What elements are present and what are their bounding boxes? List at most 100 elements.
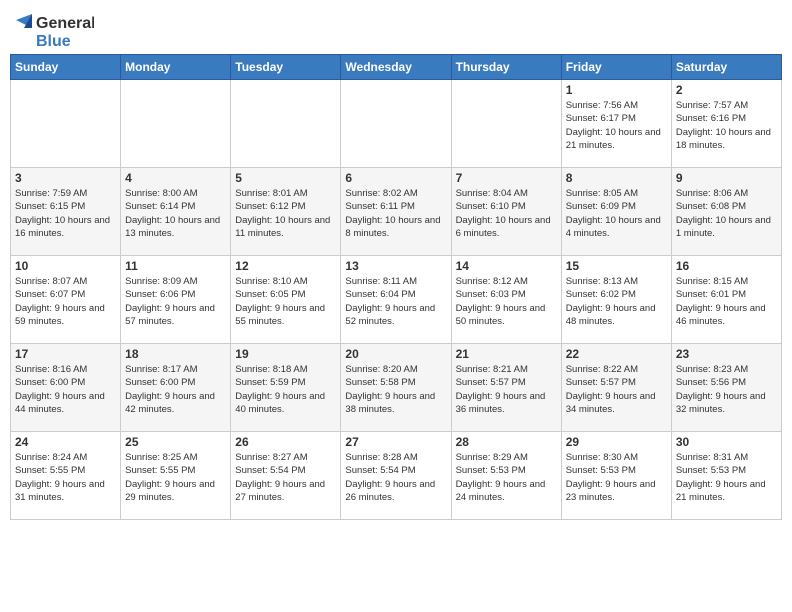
day-info: Sunrise: 8:17 AM Sunset: 6:00 PM Dayligh… xyxy=(125,363,226,416)
day-info: Sunrise: 8:05 AM Sunset: 6:09 PM Dayligh… xyxy=(566,187,667,240)
day-info: Sunrise: 8:30 AM Sunset: 5:53 PM Dayligh… xyxy=(566,451,667,504)
calendar-cell: 22 Sunrise: 8:22 AM Sunset: 5:57 PM Dayli… xyxy=(561,344,671,432)
day-number: 25 xyxy=(125,435,226,449)
day-number: 19 xyxy=(235,347,336,361)
day-info: Sunrise: 8:07 AM Sunset: 6:07 PM Dayligh… xyxy=(15,275,116,328)
day-info: Sunrise: 8:00 AM Sunset: 6:14 PM Dayligh… xyxy=(125,187,226,240)
day-number: 23 xyxy=(676,347,777,361)
calendar-cell: 15 Sunrise: 8:13 AM Sunset: 6:02 PM Dayli… xyxy=(561,256,671,344)
day-info: Sunrise: 8:09 AM Sunset: 6:06 PM Dayligh… xyxy=(125,275,226,328)
calendar-cell: 16 Sunrise: 8:15 AM Sunset: 6:01 PM Dayli… xyxy=(671,256,781,344)
calendar-cell: 7 Sunrise: 8:04 AM Sunset: 6:10 PM Daylig… xyxy=(451,168,561,256)
day-number: 10 xyxy=(15,259,116,273)
calendar-week-2: 3Sunrise: 7:59 AM Sunset: 6:15 PM Daylig… xyxy=(11,168,782,256)
day-header-monday: Monday xyxy=(121,55,231,80)
day-info: Sunrise: 8:06 AM Sunset: 6:08 PM Dayligh… xyxy=(676,187,777,240)
day-number: 11 xyxy=(125,259,226,273)
day-number: 17 xyxy=(15,347,116,361)
day-info: Sunrise: 7:57 AM Sunset: 6:16 PM Dayligh… xyxy=(676,99,777,152)
calendar-cell: 17 Sunrise: 8:16 AM Sunset: 6:00 PM Dayli… xyxy=(11,344,121,432)
calendar-cell: 28Sunrise: 8:29 AM Sunset: 5:53 PM Dayli… xyxy=(451,432,561,520)
calendar-cell: 6Sunrise: 8:02 AM Sunset: 6:11 PM Daylig… xyxy=(341,168,451,256)
calendar-cell: 21 Sunrise: 8:21 AM Sunset: 5:57 PM Dayli… xyxy=(451,344,561,432)
calendar-cell xyxy=(231,80,341,168)
day-number: 3 xyxy=(15,171,116,185)
day-info: Sunrise: 8:20 AM Sunset: 5:58 PM Dayligh… xyxy=(345,363,446,416)
calendar-cell: 20 Sunrise: 8:20 AM Sunset: 5:58 PM Dayli… xyxy=(341,344,451,432)
logo-svg: GeneralBlue xyxy=(14,10,94,50)
calendar-cell: 25 Sunrise: 8:25 AM Sunset: 5:55 PM Dayli… xyxy=(121,432,231,520)
day-number: 9 xyxy=(676,171,777,185)
day-info: Sunrise: 8:10 AM Sunset: 6:05 PM Dayligh… xyxy=(235,275,336,328)
calendar-cell xyxy=(341,80,451,168)
day-number: 29 xyxy=(566,435,667,449)
day-info: Sunrise: 8:11 AM Sunset: 6:04 PM Dayligh… xyxy=(345,275,446,328)
calendar-cell: 11 Sunrise: 8:09 AM Sunset: 6:06 PM Dayli… xyxy=(121,256,231,344)
calendar-cell: 30 Sunrise: 8:31 AM Sunset: 5:53 PM Dayli… xyxy=(671,432,781,520)
calendar-cell: 2 Sunrise: 7:57 AM Sunset: 6:16 PM Daylig… xyxy=(671,80,781,168)
day-number: 12 xyxy=(235,259,336,273)
day-number: 20 xyxy=(345,347,446,361)
day-header-friday: Friday xyxy=(561,55,671,80)
day-number: 5 xyxy=(235,171,336,185)
day-info: Sunrise: 8:31 AM Sunset: 5:53 PM Dayligh… xyxy=(676,451,777,504)
calendar-cell: 12 Sunrise: 8:10 AM Sunset: 6:05 PM Dayli… xyxy=(231,256,341,344)
calendar-week-3: 10 Sunrise: 8:07 AM Sunset: 6:07 PM Dayli… xyxy=(11,256,782,344)
calendar-table: SundayMondayTuesdayWednesdayThursdayFrid… xyxy=(10,54,782,520)
day-info: Sunrise: 8:21 AM Sunset: 5:57 PM Dayligh… xyxy=(456,363,557,416)
calendar-cell: 23Sunrise: 8:23 AM Sunset: 5:56 PM Dayli… xyxy=(671,344,781,432)
day-number: 24 xyxy=(15,435,116,449)
day-info: Sunrise: 8:25 AM Sunset: 5:55 PM Dayligh… xyxy=(125,451,226,504)
day-info: Sunrise: 7:56 AM Sunset: 6:17 PM Dayligh… xyxy=(566,99,667,152)
day-header-thursday: Thursday xyxy=(451,55,561,80)
day-number: 8 xyxy=(566,171,667,185)
calendar-cell: 1Sunrise: 7:56 AM Sunset: 6:17 PM Daylig… xyxy=(561,80,671,168)
calendar-cell: 14Sunrise: 8:12 AM Sunset: 6:03 PM Dayli… xyxy=(451,256,561,344)
day-header-wednesday: Wednesday xyxy=(341,55,451,80)
day-number: 16 xyxy=(676,259,777,273)
calendar-week-4: 17 Sunrise: 8:16 AM Sunset: 6:00 PM Dayli… xyxy=(11,344,782,432)
day-number: 15 xyxy=(566,259,667,273)
day-info: Sunrise: 8:22 AM Sunset: 5:57 PM Dayligh… xyxy=(566,363,667,416)
svg-text:Blue: Blue xyxy=(36,33,71,50)
day-info: Sunrise: 8:15 AM Sunset: 6:01 PM Dayligh… xyxy=(676,275,777,328)
day-info: Sunrise: 8:27 AM Sunset: 5:54 PM Dayligh… xyxy=(235,451,336,504)
day-number: 6 xyxy=(345,171,446,185)
day-number: 13 xyxy=(345,259,446,273)
calendar-cell xyxy=(11,80,121,168)
day-info: Sunrise: 8:28 AM Sunset: 5:54 PM Dayligh… xyxy=(345,451,446,504)
svg-text:General: General xyxy=(36,15,94,32)
calendar-cell: 26 Sunrise: 8:27 AM Sunset: 5:54 PM Dayli… xyxy=(231,432,341,520)
page-header: GeneralBlue xyxy=(10,10,782,50)
calendar-header-row: SundayMondayTuesdayWednesdayThursdayFrid… xyxy=(11,55,782,80)
calendar-cell: 19 Sunrise: 8:18 AM Sunset: 5:59 PM Dayli… xyxy=(231,344,341,432)
calendar-cell: 8 Sunrise: 8:05 AM Sunset: 6:09 PM Daylig… xyxy=(561,168,671,256)
logo: GeneralBlue xyxy=(14,10,94,50)
calendar-cell: 27 Sunrise: 8:28 AM Sunset: 5:54 PM Dayli… xyxy=(341,432,451,520)
day-header-tuesday: Tuesday xyxy=(231,55,341,80)
day-info: Sunrise: 8:18 AM Sunset: 5:59 PM Dayligh… xyxy=(235,363,336,416)
calendar-cell xyxy=(121,80,231,168)
day-info: Sunrise: 8:01 AM Sunset: 6:12 PM Dayligh… xyxy=(235,187,336,240)
day-info: Sunrise: 8:04 AM Sunset: 6:10 PM Dayligh… xyxy=(456,187,557,240)
day-header-sunday: Sunday xyxy=(11,55,121,80)
day-info: Sunrise: 8:12 AM Sunset: 6:03 PM Dayligh… xyxy=(456,275,557,328)
day-info: Sunrise: 8:16 AM Sunset: 6:00 PM Dayligh… xyxy=(15,363,116,416)
day-number: 21 xyxy=(456,347,557,361)
day-number: 26 xyxy=(235,435,336,449)
day-number: 30 xyxy=(676,435,777,449)
day-number: 22 xyxy=(566,347,667,361)
calendar-cell: 9 Sunrise: 8:06 AM Sunset: 6:08 PM Daylig… xyxy=(671,168,781,256)
day-number: 7 xyxy=(456,171,557,185)
calendar-cell: 13 Sunrise: 8:11 AM Sunset: 6:04 PM Dayli… xyxy=(341,256,451,344)
calendar-week-1: 1Sunrise: 7:56 AM Sunset: 6:17 PM Daylig… xyxy=(11,80,782,168)
day-number: 27 xyxy=(345,435,446,449)
day-info: Sunrise: 8:24 AM Sunset: 5:55 PM Dayligh… xyxy=(15,451,116,504)
calendar-cell: 24 Sunrise: 8:24 AM Sunset: 5:55 PM Dayli… xyxy=(11,432,121,520)
day-number: 2 xyxy=(676,83,777,97)
day-header-saturday: Saturday xyxy=(671,55,781,80)
day-info: Sunrise: 8:13 AM Sunset: 6:02 PM Dayligh… xyxy=(566,275,667,328)
day-number: 4 xyxy=(125,171,226,185)
calendar-cell: 5 Sunrise: 8:01 AM Sunset: 6:12 PM Daylig… xyxy=(231,168,341,256)
day-info: Sunrise: 8:29 AM Sunset: 5:53 PM Dayligh… xyxy=(456,451,557,504)
